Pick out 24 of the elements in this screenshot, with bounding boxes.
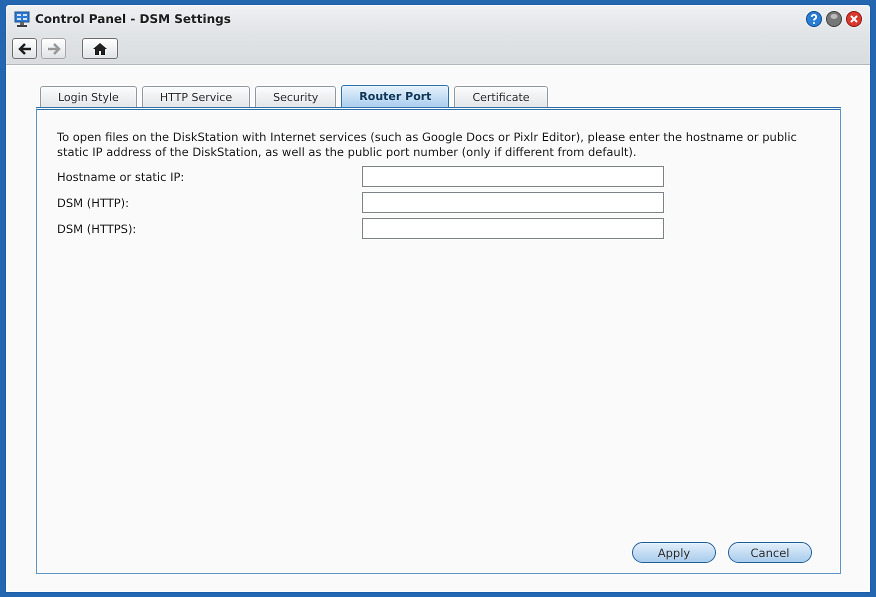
back-button[interactable]	[12, 38, 37, 59]
field-label: DSM (HTTPS):	[57, 222, 138, 236]
left-arrow-icon	[18, 42, 32, 54]
apply-button[interactable]: Apply	[632, 542, 716, 563]
tab[interactable]: Security	[255, 86, 336, 107]
home-icon	[92, 42, 108, 56]
window-title: Control Panel - DSM Settings	[35, 12, 231, 26]
tab[interactable]: Login Style	[40, 86, 137, 107]
input-field[interactable]	[362, 218, 664, 239]
close-icon[interactable]	[846, 11, 862, 27]
input-field[interactable]	[362, 166, 664, 187]
tab[interactable]: Router Port	[341, 85, 450, 107]
tab[interactable]: HTTP Service	[142, 86, 250, 107]
field-label: DSM (HTTP):	[57, 196, 130, 210]
minimize-icon[interactable]	[826, 11, 842, 27]
cancel-button[interactable]: Cancel	[728, 542, 812, 563]
description-text: To open files on the DiskStation with Internet services (such as Google Docs or Pixlr Editor), please enter the hostname or public static IP address of the DiskStation, as well as the public port number (only if different from default).	[57, 130, 798, 160]
help-icon[interactable]	[806, 11, 822, 27]
input-field[interactable]	[362, 192, 664, 213]
tab[interactable]: Certificate	[454, 86, 548, 107]
field-label: Hostname or static IP:	[57, 170, 186, 184]
home-button[interactable]	[82, 38, 118, 59]
right-arrow-icon	[46, 42, 60, 54]
control-panel-icon	[14, 11, 30, 27]
